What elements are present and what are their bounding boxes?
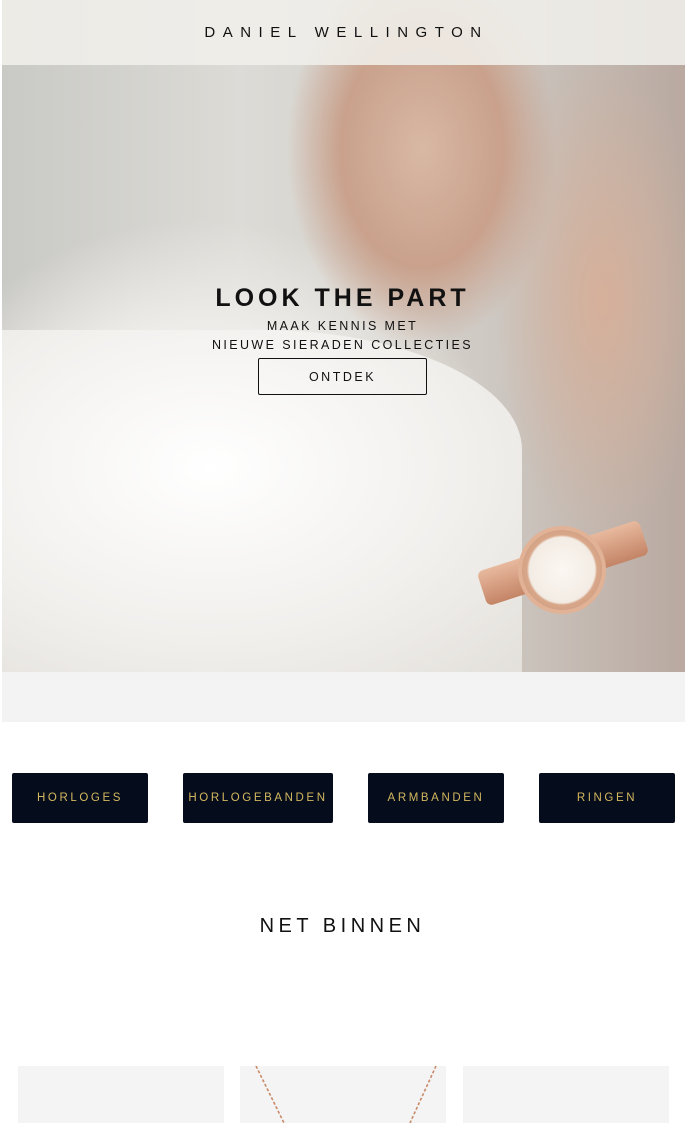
hero-title: LOOK THE PART [215, 284, 470, 312]
hero-image-watch [522, 530, 602, 610]
product-card[interactable] [240, 1066, 446, 1123]
necklace-image [255, 1066, 437, 1123]
hero-copy: LOOK THE PART MAAK KENNIS MET NIEUWE SIE… [0, 282, 685, 355]
category-button-horloges[interactable]: HORLOGES [12, 773, 148, 823]
site-header: DANIEL WELLINGTON [2, 0, 685, 65]
hero-subtitle-line-1: MAAK KENNIS MET [266, 319, 419, 333]
category-button-horlogebanden[interactable]: HORLOGEBANDEN [183, 773, 333, 823]
category-button-ringen[interactable]: RINGEN [539, 773, 675, 823]
hero-subtitle-line-2: NIEUWE SIERADEN COLLECTIES [211, 338, 474, 352]
new-in-title: NET BINNEN [259, 915, 426, 937]
category-button-armbanden[interactable]: ARMBANDEN [368, 773, 504, 823]
brand-logo[interactable]: DANIEL WELLINGTON [198, 24, 488, 41]
product-card[interactable] [463, 1066, 669, 1123]
product-card[interactable] [18, 1066, 224, 1123]
section-divider [2, 672, 685, 722]
discover-button[interactable]: ONTDEK [258, 358, 427, 395]
